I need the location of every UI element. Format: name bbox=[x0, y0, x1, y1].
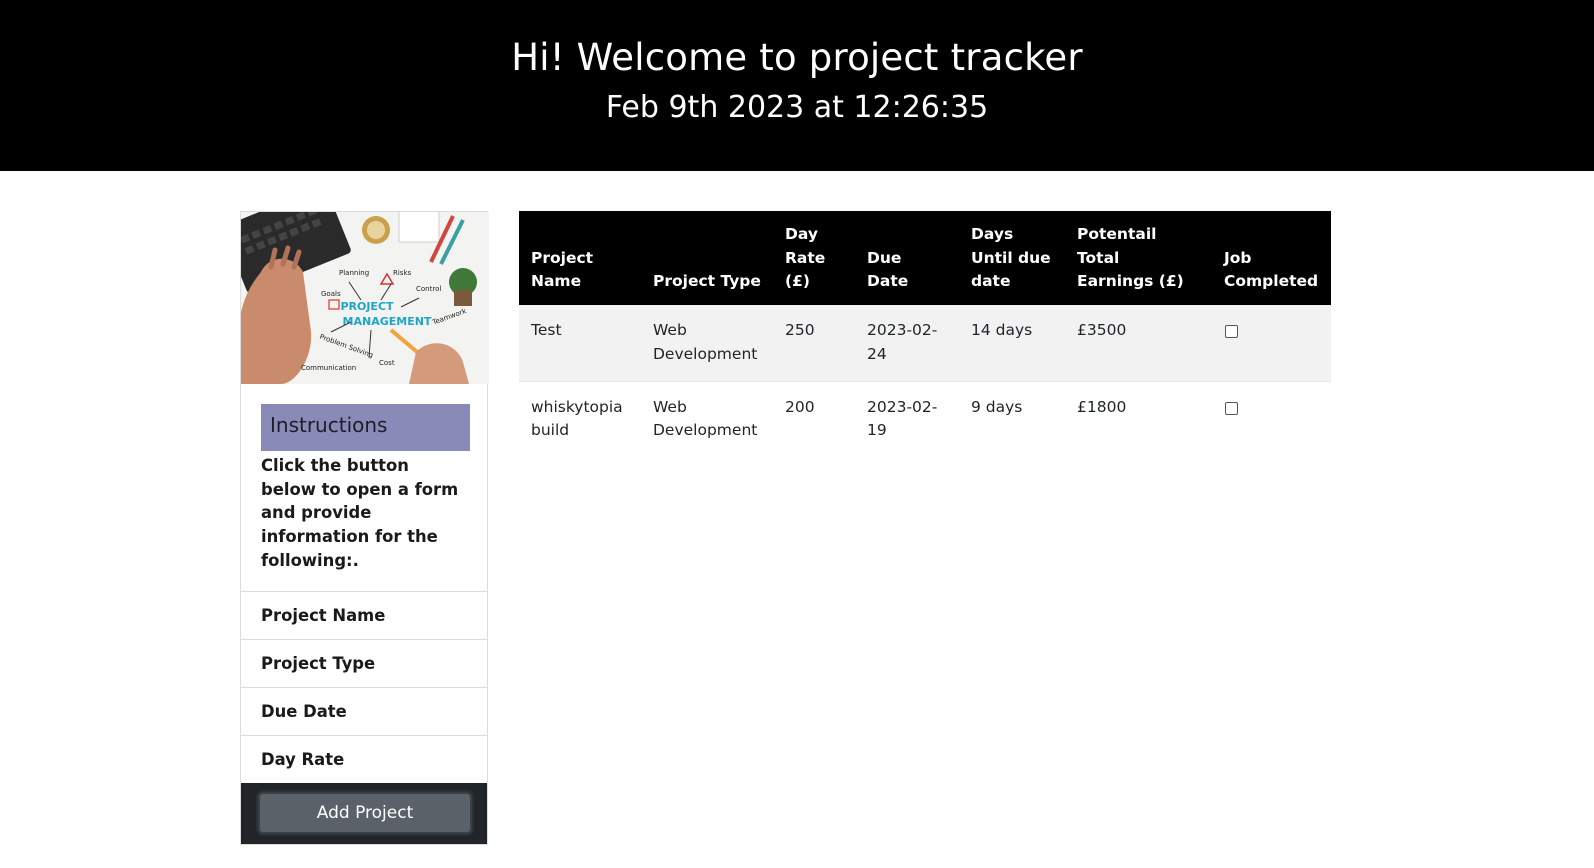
cell-project-type: Web Development bbox=[641, 305, 773, 382]
job-completed-checkbox[interactable] bbox=[1225, 325, 1238, 339]
current-datetime: Feb 9th 2023 at 12:26:35 bbox=[605, 90, 989, 125]
instructions-card: Planning Risks Goals Control Teamwork Pr… bbox=[240, 211, 489, 845]
job-completed-checkbox[interactable] bbox=[1225, 401, 1238, 415]
cell-total-earnings: £3500 bbox=[1065, 305, 1212, 382]
column-header-job-completed: Job Completed bbox=[1212, 211, 1331, 306]
cell-job-completed bbox=[1212, 381, 1331, 457]
column-header-day-rate: Day Rate (£) bbox=[773, 211, 855, 306]
instructions-text: Click the button below to open a form an… bbox=[261, 456, 459, 570]
column-header-project-name: Project Name bbox=[519, 211, 641, 306]
card-footer: Add Project bbox=[241, 782, 487, 844]
cell-project-name: Test bbox=[519, 305, 641, 382]
cell-days-until: 14 days bbox=[959, 305, 1065, 382]
instructions-body: Instructions Click the button below to o… bbox=[241, 384, 487, 592]
svg-text:MANAGEMENT: MANAGEMENT bbox=[343, 315, 432, 328]
field-item-project-name: Project Name bbox=[241, 592, 487, 640]
field-item-project-type: Project Type bbox=[241, 640, 487, 688]
project-management-image: Planning Risks Goals Control Teamwork Pr… bbox=[241, 212, 489, 384]
field-item-day-rate: Day Rate bbox=[261, 749, 345, 769]
svg-text:Goals: Goals bbox=[321, 290, 341, 298]
add-project-button[interactable]: Add Project bbox=[258, 791, 472, 834]
cell-day-rate: 200 bbox=[773, 381, 855, 457]
cell-days-until: 9 days bbox=[959, 381, 1065, 457]
cell-day-rate: 250 bbox=[773, 305, 855, 382]
column-header-due-date: Due Date bbox=[855, 211, 959, 306]
cell-total-earnings: £1800 bbox=[1065, 381, 1212, 457]
svg-text:Cost: Cost bbox=[379, 359, 395, 367]
cell-project-name: whiskytopia build bbox=[519, 381, 641, 457]
table-row: whiskytopia build Web Development 200 20… bbox=[519, 381, 1331, 457]
cell-project-type: Web Development bbox=[641, 381, 773, 457]
svg-text:Communication: Communication bbox=[301, 364, 356, 372]
instructions-title: Instructions bbox=[261, 404, 470, 451]
svg-text:Planning: Planning bbox=[339, 269, 369, 277]
cell-due-date: 2023-02-24 bbox=[855, 305, 959, 382]
cell-due-date: 2023-02-19 bbox=[855, 381, 959, 457]
projects-table: Project Name Project Type Day Rate (£) D… bbox=[519, 211, 1331, 457]
column-header-project-type: Project Type bbox=[641, 211, 773, 306]
column-header-days-until: Days Until due date bbox=[959, 211, 1065, 306]
field-item-due-date: Due Date bbox=[241, 688, 487, 736]
table-row: Test Web Development 250 2023-02-24 14 d… bbox=[519, 305, 1331, 382]
table-header: Project Name Project Type Day Rate (£) D… bbox=[519, 211, 1331, 306]
svg-text:Control: Control bbox=[416, 285, 441, 293]
svg-text:Risks: Risks bbox=[393, 269, 412, 277]
page-title: Hi! Welcome to project tracker bbox=[511, 36, 1083, 79]
column-header-total-earnings: Potentail Total Earnings (£) bbox=[1065, 211, 1212, 306]
cell-job-completed bbox=[1212, 305, 1331, 382]
page-header: Hi! Welcome to project tracker Feb 9th 2… bbox=[0, 0, 1594, 171]
svg-text:PROJECT: PROJECT bbox=[340, 300, 394, 313]
